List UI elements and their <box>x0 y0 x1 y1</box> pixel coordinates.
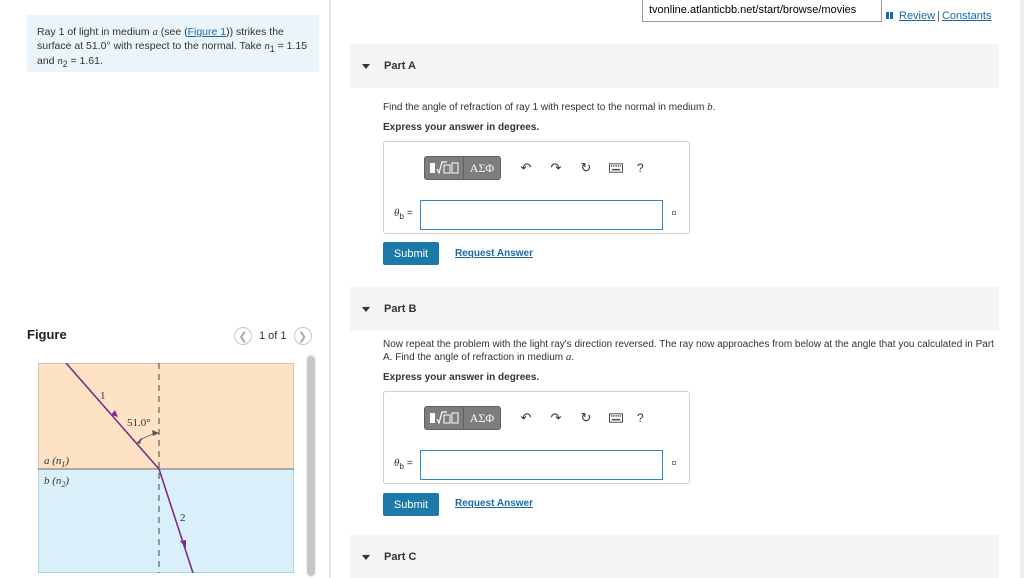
theta-sub: b <box>399 211 405 221</box>
part-b-submit-button[interactable]: Submit <box>383 493 439 516</box>
chevron-right-icon[interactable]: ❯ <box>293 327 312 345</box>
problem-statement: Ray 1 of light in medium a (see (Figure … <box>27 15 319 72</box>
refraction-diagram: 1 51.0° 2 a (n1) b (n2) <box>37 362 295 574</box>
question-text: Now repeat the problem with the light ra… <box>383 339 994 363</box>
figure-heading: Figure <box>27 327 67 342</box>
help-button[interactable]: ? <box>637 411 644 425</box>
part-b-question: Now repeat the problem with the light ra… <box>383 339 998 364</box>
part-a-title: Part A <box>384 60 416 72</box>
units-marker <box>672 461 676 465</box>
part-c-title: Part C <box>384 551 417 563</box>
part-a-request-answer-link[interactable]: Request Answer <box>455 248 533 259</box>
keyboard-icon[interactable] <box>609 411 623 425</box>
part-b-title: Part B <box>384 303 417 315</box>
undo-icon[interactable]: ↶ <box>519 410 533 425</box>
constants-link[interactable]: Constants <box>942 10 992 22</box>
part-b-request-answer-link[interactable]: Request Answer <box>455 498 533 509</box>
templates-icon[interactable] <box>424 406 464 430</box>
units-marker <box>672 211 676 215</box>
part-b-header[interactable]: Part B <box>350 287 999 331</box>
redo-icon[interactable]: ↷ <box>549 160 563 175</box>
problem-text: = 1.61. <box>67 55 103 68</box>
theta-sub: b <box>399 461 405 471</box>
part-a-answer-box: ΑΣΦ ↶ ↷ ↻ ? θb = <box>383 141 690 234</box>
figure-link[interactable]: Figure 1 <box>188 26 227 38</box>
question-text: Find the angle of refraction of ray 1 wi… <box>383 102 708 113</box>
medium-b-region <box>37 468 295 574</box>
part-a-question: Find the angle of refraction of ray 1 wi… <box>383 101 998 114</box>
link-separator: | <box>937 10 940 22</box>
figure-pager: ❮ 1 of 1 ❯ <box>234 327 312 345</box>
part-a-submit-button[interactable]: Submit <box>383 242 439 265</box>
question-text: . <box>571 352 575 363</box>
greek-symbols-button[interactable]: ΑΣΦ <box>463 156 501 180</box>
templates-icon[interactable] <box>424 156 464 180</box>
chevron-left-icon[interactable]: ❮ <box>234 327 252 345</box>
part-c-header[interactable]: Part C <box>350 535 999 578</box>
reset-icon[interactable]: ↻ <box>579 410 593 425</box>
url-text: tvonline.atlanticbb.net/start/browse/mov… <box>649 4 857 16</box>
page-scrollbar[interactable] <box>1020 0 1024 578</box>
problem-text: (see ( <box>157 26 188 38</box>
part-b-instruction: Express your answer in degrees. <box>383 372 540 383</box>
theta-b-label: θb = <box>394 207 413 221</box>
medium-b-label: b (n2) <box>44 475 69 489</box>
ray1-label: 1 <box>100 390 106 402</box>
help-button[interactable]: ? <box>637 161 644 175</box>
part-a-header[interactable]: Part A <box>350 44 999 88</box>
question-text: . <box>712 102 716 113</box>
redo-icon[interactable]: ↷ <box>549 410 563 425</box>
column-divider <box>329 0 331 578</box>
review-constants-links: Review | Constants <box>886 10 991 22</box>
undo-icon[interactable]: ↶ <box>519 160 533 175</box>
angle-label: 51.0° <box>127 417 151 429</box>
scrollbar-thumb[interactable] <box>307 356 315 576</box>
problem-text: Ray 1 of light in medium <box>37 26 153 38</box>
review-icon <box>886 11 896 20</box>
url-tooltip: tvonline.atlanticbb.net/start/browse/mov… <box>642 0 882 22</box>
caret-down-icon <box>362 63 370 69</box>
part-b-answer-box: ΑΣΦ ↶ ↷ ↻ ? θb = <box>383 391 690 484</box>
caret-down-icon <box>362 306 370 312</box>
caret-down-icon <box>362 554 370 560</box>
medium-a-region <box>37 362 295 470</box>
part-b-answer-input[interactable] <box>420 450 663 480</box>
part-a-answer-input[interactable] <box>420 200 663 230</box>
review-link[interactable]: Review <box>899 10 935 22</box>
figure-page-count: 1 of 1 <box>259 330 287 342</box>
equals-sign: = <box>406 208 413 219</box>
refraction-figure: 1 51.0° 2 a (n1) b (n2) <box>37 362 295 574</box>
greek-symbols-button[interactable]: ΑΣΦ <box>463 406 501 430</box>
equals-sign: = <box>406 458 413 469</box>
math-toolbar: ΑΣΦ ↶ ↷ ↻ ? <box>424 156 644 180</box>
part-a-instruction: Express your answer in degrees. <box>383 122 540 133</box>
reset-icon[interactable]: ↻ <box>579 160 593 175</box>
theta-b-label: θb = <box>394 457 413 471</box>
math-toolbar: ΑΣΦ ↶ ↷ ↻ ? <box>424 406 644 430</box>
medium-a-label: a (n1) <box>44 455 69 469</box>
keyboard-icon[interactable] <box>609 161 623 175</box>
ray2-label: 2 <box>180 512 186 524</box>
figure-scrollbar[interactable] <box>306 354 316 578</box>
